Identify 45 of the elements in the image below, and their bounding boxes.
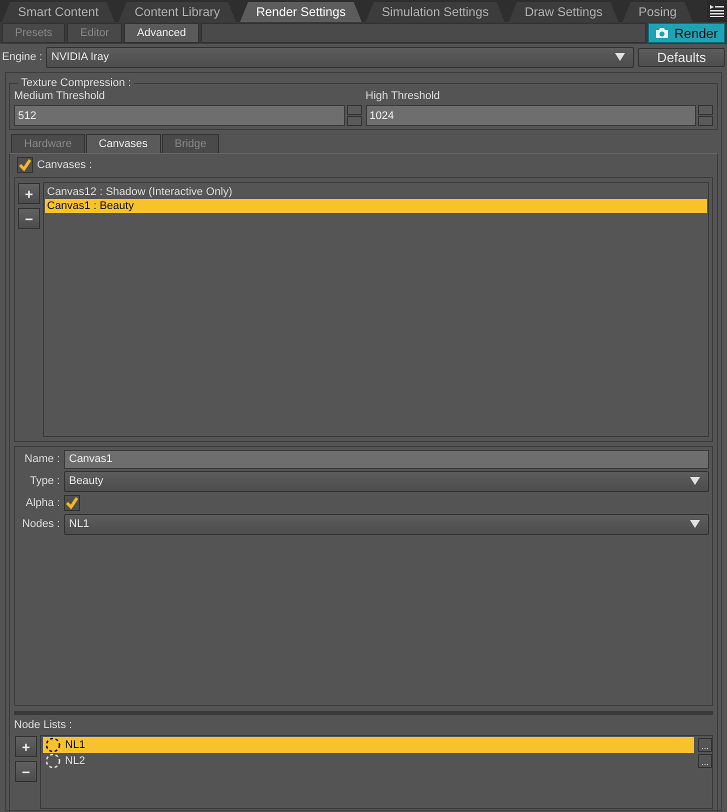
main-tab[interactable]: Simulation Settings bbox=[366, 2, 505, 22]
add-button[interactable]: + bbox=[18, 183, 40, 204]
add-button[interactable]: + bbox=[15, 736, 37, 757]
field-label: Name : bbox=[24, 453, 60, 466]
field-label: Medium Threshold bbox=[14, 90, 106, 102]
field-label: Nodes : bbox=[21, 518, 60, 530]
field-label: Type : bbox=[29, 475, 60, 488]
dropdown-arrow-icon bbox=[615, 53, 626, 61]
node-list-item[interactable]: NL2 bbox=[43, 753, 694, 769]
checkbox[interactable] bbox=[64, 494, 80, 511]
threshold-field[interactable]: 1024 bbox=[366, 105, 696, 126]
more-button[interactable]: ... bbox=[698, 754, 712, 768]
main-tab[interactable]: Render Settings bbox=[240, 2, 362, 22]
remove-button[interactable]: − bbox=[15, 761, 37, 782]
section-tab[interactable]: Canvases bbox=[86, 134, 161, 153]
defaults-button[interactable]: Defaults bbox=[638, 48, 725, 66]
dropdown[interactable]: Beauty bbox=[64, 470, 709, 492]
engine-dropdown[interactable]: NVIDIA Iray bbox=[46, 46, 634, 68]
canvas-item[interactable]: Canvas12 : Shadow (Interactive Only) bbox=[45, 185, 707, 199]
render-button[interactable]: Render bbox=[648, 23, 725, 43]
checkbox[interactable] bbox=[17, 157, 33, 173]
dropdown-arrow-icon bbox=[690, 520, 700, 528]
field-label: Alpha : bbox=[24, 496, 60, 509]
threshold-field[interactable]: 512 bbox=[14, 105, 344, 126]
menu-icon[interactable] bbox=[707, 0, 727, 22]
canvases-label: Canvases : bbox=[37, 159, 92, 171]
dropdown[interactable]: NL1 bbox=[64, 514, 709, 535]
dashed-circle-icon bbox=[45, 737, 61, 753]
more-button[interactable]: ... bbox=[698, 738, 712, 752]
group-title: Texture Compression : bbox=[18, 77, 134, 89]
main-tab[interactable]: Content Library bbox=[118, 2, 236, 22]
field-label: High Threshold bbox=[366, 90, 441, 102]
engine-label: Engine : bbox=[2, 51, 42, 63]
node-lists-label: Node Lists : bbox=[14, 719, 74, 731]
main-tab[interactable]: Posing bbox=[622, 2, 693, 22]
camera-icon bbox=[655, 27, 670, 39]
main-tab[interactable]: Smart Content bbox=[2, 2, 115, 22]
main-tab[interactable]: Draw Settings bbox=[508, 2, 619, 22]
remove-button[interactable]: − bbox=[18, 208, 40, 229]
name-field[interactable]: Canvas1 bbox=[64, 450, 709, 469]
dashed-circle-icon bbox=[45, 753, 61, 769]
node-list-item[interactable]: NL1 bbox=[43, 737, 694, 753]
dropdown-arrow-icon bbox=[690, 477, 700, 486]
sub-tab[interactable]: Advanced bbox=[124, 23, 199, 43]
canvas-item[interactable]: Canvas1 : Beauty bbox=[45, 199, 707, 213]
